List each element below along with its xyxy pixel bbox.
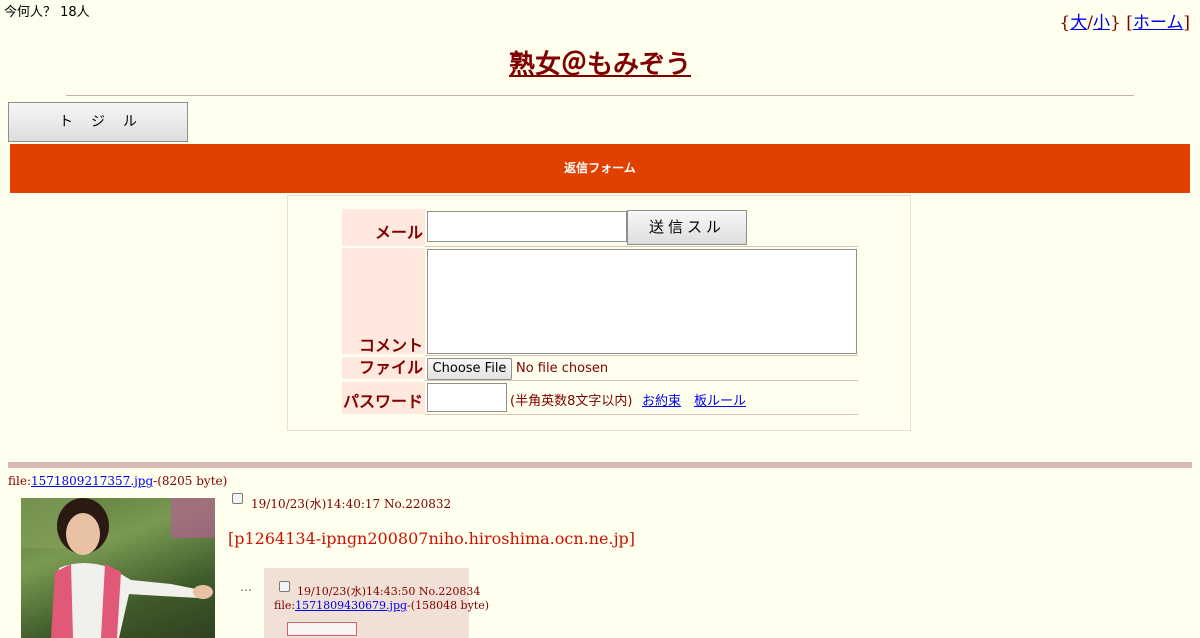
reply-form-header: 返信フォーム [10, 144, 1190, 193]
password-note: (半角英数8文字以内) [510, 394, 633, 409]
op-delete-checkbox[interactable] [232, 493, 243, 504]
op-file-size: -(8205 byte) [153, 474, 228, 488]
reply-file-prefix: file: [274, 599, 296, 612]
size-close-brace: } [1109, 13, 1121, 33]
home-close-bracket: ] [1183, 13, 1190, 33]
font-size-small-link[interactable]: 小 [1093, 13, 1110, 33]
header-divider [66, 95, 1134, 96]
reply-file-link[interactable]: 1571809430679.jpg [295, 599, 407, 612]
mail-input[interactable] [427, 211, 627, 242]
op-post-date: 19/10/23(水)14:40:17 No.220832 [251, 497, 452, 511]
op-file-info: file:1571809217357.jpg-(8205 byte) [8, 474, 227, 488]
op-host-text: [p1264134-ipngn200807niho.hiroshima.ocn.… [228, 529, 636, 548]
reply-file-size: -(158048 byte) [407, 599, 490, 612]
reply-file-info: file:1571809430679.jpg-(158048 byte) [274, 599, 489, 612]
mail-label: メール [342, 209, 425, 246]
thumbnail-photo-icon [21, 498, 215, 638]
reply-indent-marker: … [240, 580, 252, 594]
op-file-link[interactable]: 1571809217357.jpg [31, 474, 153, 488]
submit-button[interactable]: 送信スル [627, 210, 747, 245]
home-link[interactable]: ホーム [1133, 13, 1184, 33]
reply-post-date: 19/10/23(水)14:43:50 No.220834 [297, 585, 481, 598]
board-rules-link[interactable]: 板ルール [694, 390, 746, 409]
file-label: ファイル [342, 357, 425, 379]
size-open-brace: { [1059, 13, 1071, 33]
choose-file-button[interactable]: Choose File [427, 358, 512, 380]
file-status-text: No file chosen [516, 361, 609, 376]
home-open-bracket: [ [1126, 13, 1133, 33]
form-row-divider [425, 414, 858, 415]
reply-thumbnail-image[interactable] [287, 622, 357, 636]
form-row-divider [425, 355, 858, 356]
top-links: {大/小} [ホーム] [1059, 8, 1190, 33]
board-title-text[interactable]: 熟女＠もみぞう [509, 50, 691, 80]
reply-delete-checkbox[interactable] [279, 581, 290, 592]
password-label: パスワード [342, 382, 425, 414]
font-size-large-link[interactable]: 大 [1070, 13, 1087, 33]
visitor-counter: 今何人？ 18人 [4, 5, 90, 20]
board-title: 熟女＠もみぞう [0, 44, 1200, 81]
comment-label: コメント [342, 248, 425, 355]
form-row-divider [425, 246, 858, 247]
op-file-prefix: file: [8, 474, 31, 488]
rules-promise-link[interactable]: お約束 [642, 390, 681, 409]
password-input[interactable] [427, 383, 507, 412]
comment-textarea[interactable] [427, 249, 857, 354]
op-thumbnail-image[interactable] [21, 498, 215, 638]
close-form-button[interactable]: トジル [8, 102, 188, 142]
thread-separator [8, 462, 1192, 468]
form-row-divider [425, 380, 858, 381]
